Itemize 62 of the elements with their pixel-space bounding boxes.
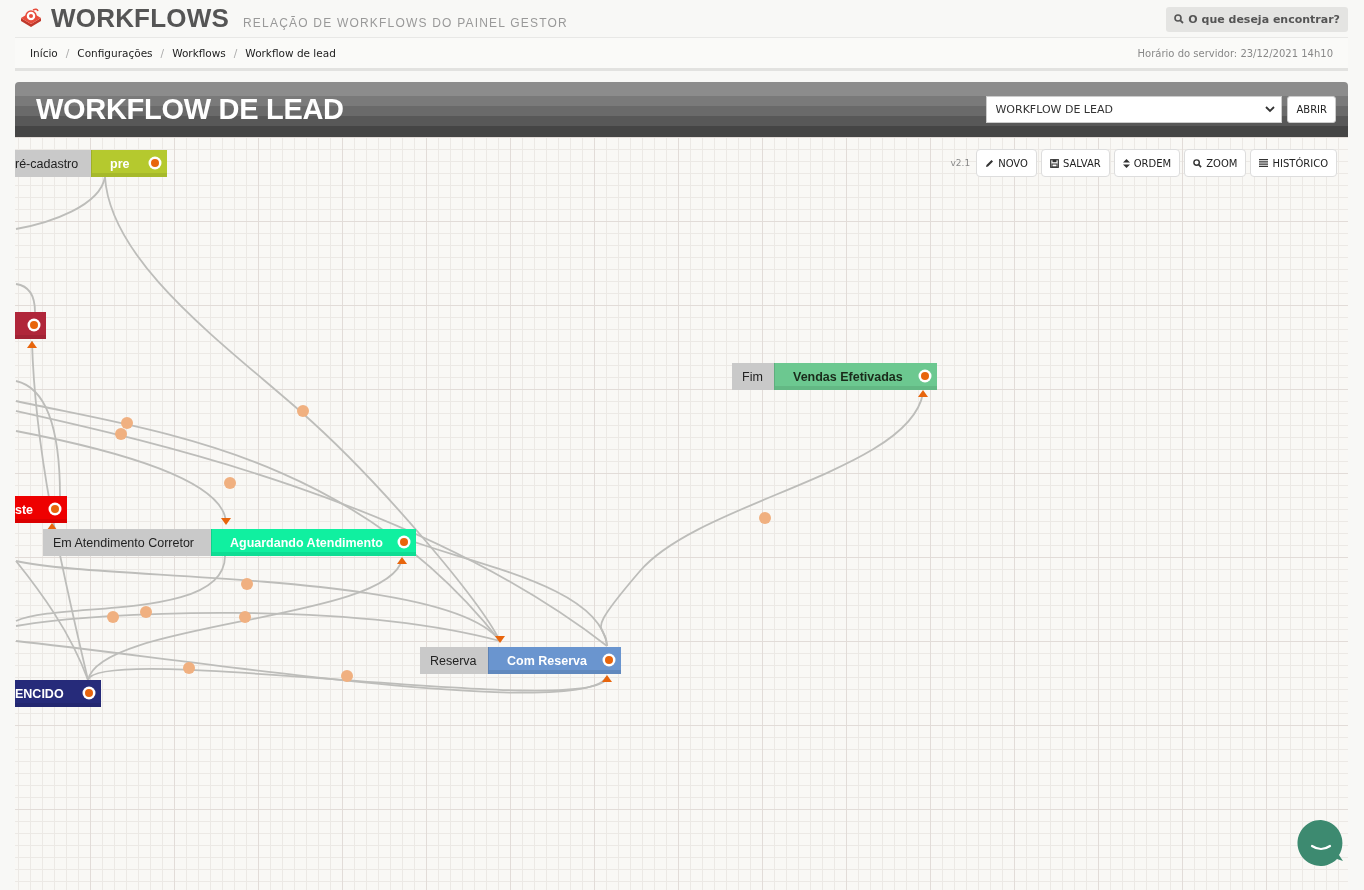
save-button[interactable]: SALVAR bbox=[1040, 149, 1110, 177]
page-title: WORKFLOWS bbox=[51, 2, 229, 34]
breadcrumb-current: Workflow de lead bbox=[245, 47, 336, 59]
workflow-node[interactable]: ste bbox=[15, 496, 67, 523]
node-prefix-label: Em Atendimento Corretor bbox=[43, 529, 211, 556]
connector-handle[interactable] bbox=[140, 606, 152, 618]
logo-icon bbox=[19, 7, 43, 29]
arrow-icon bbox=[27, 341, 37, 348]
chat-bubble-icon[interactable] bbox=[1297, 819, 1345, 867]
connector-port-icon[interactable] bbox=[27, 318, 41, 332]
open-button[interactable]: ABRIR bbox=[1287, 96, 1336, 123]
connector-handle[interactable] bbox=[115, 428, 127, 440]
node-prefix-label: Reserva bbox=[420, 647, 488, 674]
workflow-node[interactable] bbox=[15, 312, 46, 339]
breadcrumb-link[interactable]: Workflows bbox=[172, 47, 226, 59]
connector-handle[interactable] bbox=[241, 578, 253, 590]
search-icon bbox=[1193, 158, 1203, 168]
server-time: Horário do servidor: 23/12/2021 14h10 bbox=[1137, 47, 1333, 59]
version-label: v2.1 bbox=[950, 158, 971, 168]
node-label: ENCIDO bbox=[15, 686, 64, 701]
node-label: Aguardando Atendimento bbox=[230, 535, 383, 550]
breadcrumb-separator: / bbox=[233, 47, 238, 59]
connector-port-icon[interactable] bbox=[82, 686, 96, 700]
page-subtitle: RELAÇÃO DE WORKFLOWS DO PAINEL GESTOR bbox=[243, 16, 568, 30]
node-label: Com Reserva bbox=[507, 653, 587, 668]
workflow-select[interactable]: WORKFLOW DE LEAD bbox=[986, 96, 1283, 123]
breadcrumb-link[interactable]: Início bbox=[30, 47, 58, 59]
connector-handle[interactable] bbox=[239, 611, 251, 623]
connector-handle[interactable] bbox=[759, 512, 771, 524]
pencil-icon bbox=[985, 158, 995, 168]
node-label: pre bbox=[110, 156, 130, 171]
connector-handle[interactable] bbox=[341, 670, 353, 682]
workflow-node[interactable]: Vendas Efetivadas bbox=[774, 363, 937, 390]
node-label: Vendas Efetivadas bbox=[793, 369, 903, 384]
search-button[interactable]: O que deseja encontrar? bbox=[1166, 6, 1348, 32]
arrow-icon bbox=[918, 390, 928, 397]
arrow-icon bbox=[495, 636, 505, 643]
connector-handle[interactable] bbox=[297, 405, 309, 417]
zoom-button[interactable]: ZOOM bbox=[1184, 149, 1247, 177]
arrow-icon bbox=[221, 518, 231, 525]
connector-handle[interactable] bbox=[224, 477, 236, 489]
connector-handle[interactable] bbox=[121, 417, 133, 429]
sort-icon bbox=[1122, 158, 1130, 168]
node-prefix-label: ré-cadastro bbox=[15, 150, 91, 177]
breadcrumb-separator: / bbox=[160, 47, 165, 59]
workflow-node[interactable]: ENCIDO bbox=[15, 680, 101, 707]
node-label: ste bbox=[15, 502, 34, 517]
breadcrumb-link[interactable]: Configurações bbox=[77, 47, 153, 59]
new-button[interactable]: NOVO bbox=[976, 149, 1037, 177]
list-icon bbox=[1259, 159, 1269, 167]
history-button[interactable]: HISTÓRICO bbox=[1250, 149, 1337, 177]
order-button[interactable]: ORDEM bbox=[1113, 149, 1181, 177]
connector-handle[interactable] bbox=[183, 662, 195, 674]
connector-handle[interactable] bbox=[107, 611, 119, 623]
panel-title: WORKFLOW DE LEAD bbox=[36, 93, 345, 126]
connector-line bbox=[15, 283, 36, 313]
arrow-icon bbox=[397, 557, 407, 564]
arrow-icon bbox=[602, 675, 612, 682]
node-prefix-label: Fim bbox=[732, 363, 774, 390]
search-icon bbox=[1174, 14, 1185, 24]
breadcrumb-separator: / bbox=[65, 47, 70, 59]
chevron-down-icon bbox=[1265, 106, 1276, 113]
